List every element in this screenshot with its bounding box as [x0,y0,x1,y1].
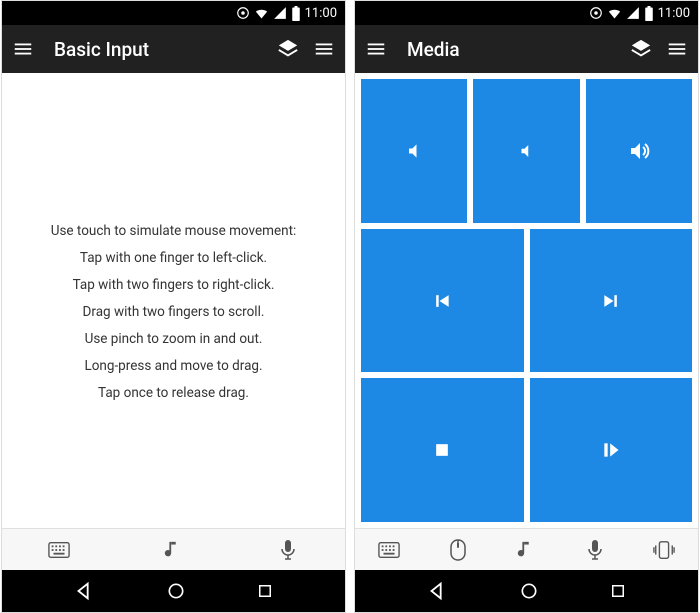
instruction-line: Tap once to release drag. [98,385,249,401]
phone-media: 11:00 Media [354,0,699,613]
stop-button[interactable] [361,378,524,522]
instruction-line: Tap with two fingers to right-click. [73,277,275,293]
voice-button[interactable] [231,529,345,570]
nav-back-icon[interactable] [73,580,95,602]
signal-icon [626,6,640,20]
clock-text: 11:00 [305,6,337,21]
nav-home-icon[interactable] [166,581,186,601]
android-nav-bar [355,570,698,612]
nav-recent-icon[interactable] [609,582,627,600]
android-nav-bar [2,570,345,612]
target-icon [589,6,603,20]
previous-track-button[interactable] [361,229,524,373]
battery-icon [291,6,301,21]
instruction-line: Use pinch to zoom in and out. [85,331,263,347]
instructions-list: Use touch to simulate mouse movement: Ta… [2,73,345,528]
bottom-bar [2,528,345,570]
nav-back-icon[interactable] [426,580,448,602]
app-title: Basic Input [48,38,263,61]
battery-icon [644,6,654,21]
menu-icon[interactable] [313,38,335,60]
keyboard-button[interactable] [2,529,116,570]
wifi-icon [607,6,622,21]
signal-icon [273,6,287,20]
keyboard-button[interactable] [355,529,424,570]
wifi-icon [254,6,269,21]
instruction-line: Use touch to simulate mouse movement: [51,223,297,239]
status-bar: 11:00 [355,1,698,25]
app-bar: Basic Input [2,25,345,73]
media-button[interactable] [492,529,561,570]
volume-up-button[interactable] [586,79,692,223]
nav-recent-icon[interactable] [256,582,274,600]
target-icon [236,6,250,20]
status-bar: 11:00 [2,1,345,25]
app-bar: Media [355,25,698,73]
clock-text: 11:00 [658,6,690,21]
next-track-button[interactable] [530,229,693,373]
instruction-line: Drag with two fingers to scroll. [83,304,265,320]
instruction-line: Long-press and move to drag. [84,358,262,374]
touchpad-area[interactable]: Use touch to simulate mouse movement: Ta… [2,73,345,528]
menu-icon[interactable] [666,38,688,60]
layers-icon[interactable] [630,38,652,60]
app-title: Media [401,38,616,61]
media-control-area [355,73,698,528]
bottom-bar [355,528,698,570]
vibrate-button[interactable] [629,529,698,570]
voice-button[interactable] [561,529,630,570]
drawer-icon[interactable] [12,38,34,60]
volume-down-button[interactable] [361,79,467,223]
mouse-button[interactable] [424,529,493,570]
instruction-line: Tap with one finger to left-click. [80,250,267,266]
volume-mute-button[interactable] [473,79,579,223]
media-button[interactable] [116,529,230,570]
play-pause-button[interactable] [530,378,693,522]
layers-icon[interactable] [277,38,299,60]
nav-home-icon[interactable] [519,581,539,601]
phone-basic-input: 11:00 Basic Input Use touch to simulate … [1,0,346,613]
drawer-icon[interactable] [365,38,387,60]
